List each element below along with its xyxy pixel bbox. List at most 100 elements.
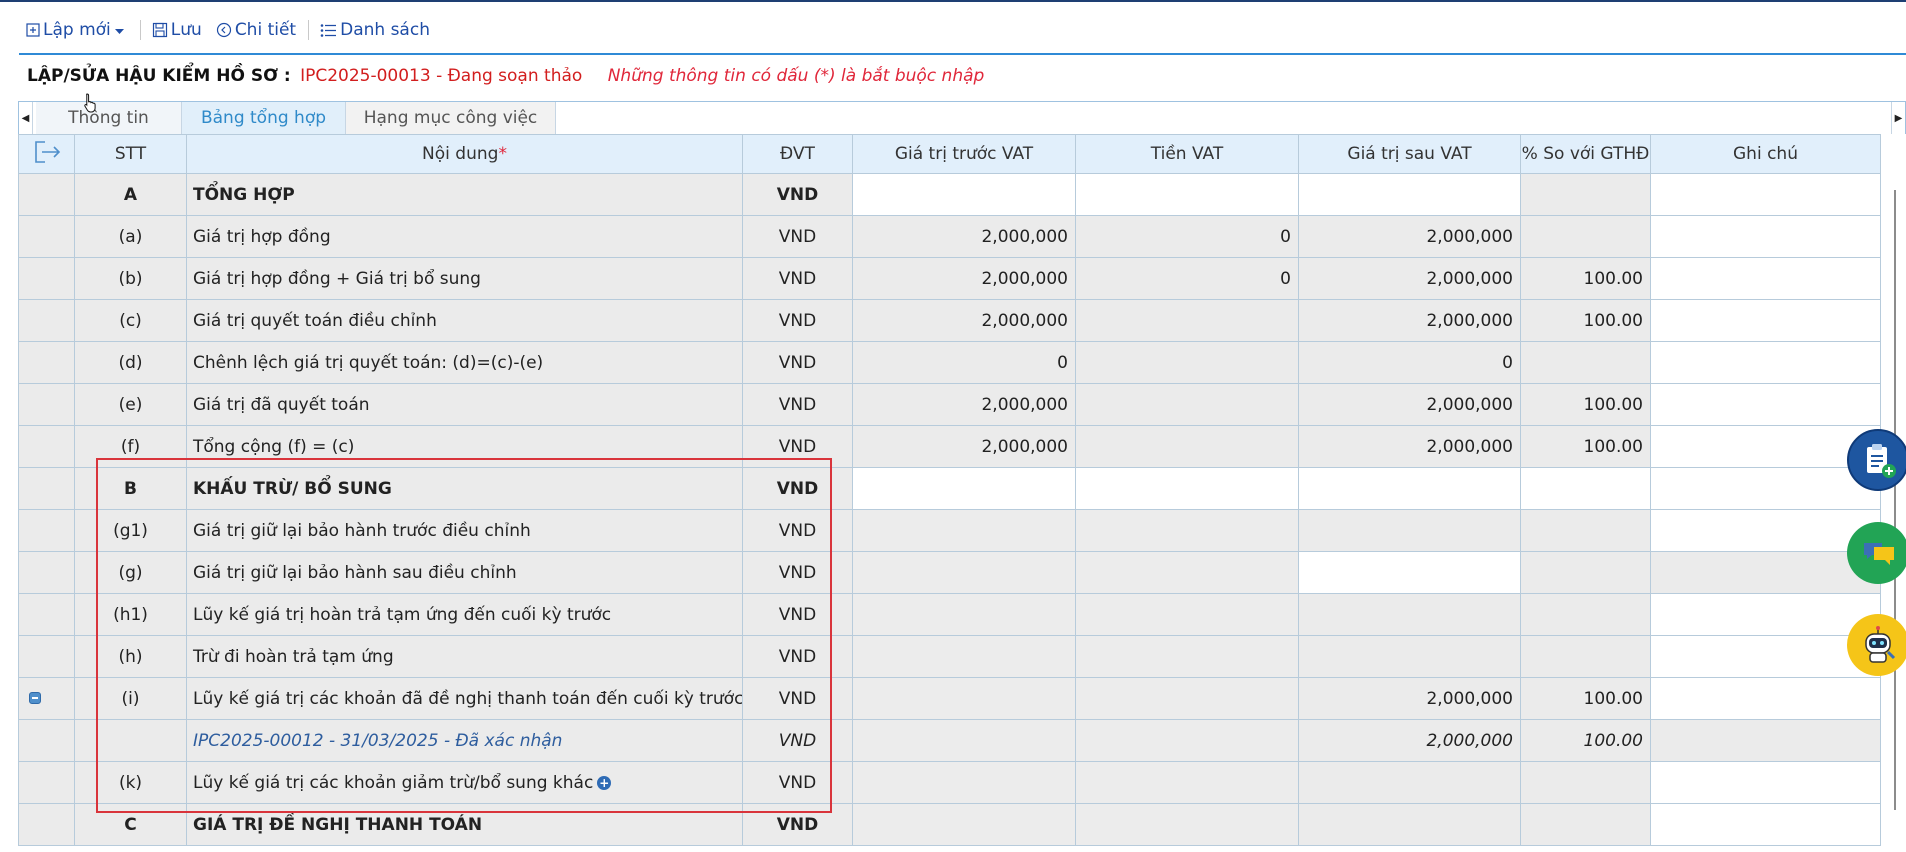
tab-scroll-left-icon[interactable]: ◀ xyxy=(19,102,33,134)
export-arrow-icon[interactable] xyxy=(32,139,62,165)
file-plus-icon xyxy=(26,23,40,37)
cell-post-vat-input[interactable] xyxy=(1298,551,1521,594)
row-gutter xyxy=(18,425,75,468)
cell-percent xyxy=(1520,551,1651,594)
cell-stt: (d) xyxy=(74,341,187,384)
cell-note[interactable] xyxy=(1650,299,1881,342)
column-header-percent: % So với GTHĐ xyxy=(1520,134,1651,174)
cell-note[interactable] xyxy=(1650,467,1881,510)
cell-post-vat: 2,000,000 xyxy=(1298,425,1521,468)
cell-content: Giá trị giữ lại bảo hành trước điều chỉn… xyxy=(186,509,743,552)
cell-note[interactable] xyxy=(1650,635,1881,678)
cell-note[interactable] xyxy=(1650,173,1881,216)
row-gutter xyxy=(18,719,75,762)
cell-stt: (k) xyxy=(74,761,187,804)
cell-content-link[interactable]: IPC2025-00012 - 31/03/2025 - Đã xác nhận xyxy=(186,719,743,762)
cell-stt: (i) xyxy=(74,677,187,720)
tab-info[interactable]: Thông tin xyxy=(36,102,182,134)
chat-button[interactable] xyxy=(1847,522,1906,584)
cell-vat xyxy=(1075,761,1299,804)
minus-square-icon[interactable] xyxy=(29,691,41,704)
cell-note[interactable] xyxy=(1650,803,1881,846)
vertical-scrollbar[interactable] xyxy=(1894,190,1896,810)
cell-unit: VND xyxy=(742,719,853,762)
cell-stt: A xyxy=(74,173,187,216)
save-button-label: Lưu xyxy=(170,20,202,40)
cell-note[interactable] xyxy=(1650,215,1881,258)
plus-circle-icon[interactable]: + xyxy=(597,775,612,790)
tab-summary[interactable]: Bảng tổng hợp xyxy=(182,102,346,134)
export-column-header[interactable] xyxy=(18,134,75,174)
cell-note xyxy=(1650,719,1881,762)
cell-vat xyxy=(1075,677,1299,720)
cell-vat xyxy=(1075,173,1299,216)
cell-post-vat: 2,000,000 xyxy=(1298,257,1521,300)
cell-note[interactable] xyxy=(1650,425,1881,468)
table-subrow: IPC2025-00012 - 31/03/2025 - Đã xác nhận… xyxy=(18,719,1881,762)
row-gutter xyxy=(18,593,75,636)
cell-percent: 100.00 xyxy=(1520,299,1651,342)
row-gutter xyxy=(18,173,75,216)
list-icon xyxy=(320,23,337,37)
cell-pre-vat: 2,000,000 xyxy=(852,257,1076,300)
list-button-label: Danh sách xyxy=(340,20,430,40)
cell-vat xyxy=(1075,719,1299,762)
cell-post-vat xyxy=(1298,593,1521,636)
chevron-down-icon[interactable] xyxy=(114,28,125,36)
cell-percent xyxy=(1520,761,1651,804)
cell-vat xyxy=(1075,803,1299,846)
cell-content: Chênh lệch giá trị quyết toán: (d)=(c)-(… xyxy=(186,341,743,384)
table-row: C GIÁ TRỊ ĐỀ NGHỊ THANH TOÁN VND xyxy=(18,803,1881,846)
row-gutter xyxy=(18,383,75,426)
cell-note[interactable] xyxy=(1650,761,1881,804)
cell-note[interactable] xyxy=(1650,593,1881,636)
cell-pre-vat: 2,000,000 xyxy=(852,215,1076,258)
cell-percent xyxy=(1520,803,1651,846)
new-button[interactable]: Lập mới xyxy=(26,20,128,40)
cell-vat xyxy=(1075,299,1299,342)
cell-unit: VND xyxy=(742,257,853,300)
save-button[interactable]: Lưu xyxy=(152,20,202,40)
column-header-pre-vat: Giá trị trước VAT xyxy=(852,134,1076,174)
cell-post-vat: 2,000,000 xyxy=(1298,383,1521,426)
cell-unit: VND xyxy=(742,341,853,384)
cell-note[interactable] xyxy=(1650,677,1881,720)
table-row: (h) Trừ đi hoàn trả tạm ứng VND xyxy=(18,635,1881,678)
row-gutter[interactable] xyxy=(18,677,75,720)
cell-content: KHẤU TRỪ/ BỔ SUNG xyxy=(186,467,743,510)
table-row: (e) Giá trị đã quyết toán VND 2,000,000 … xyxy=(18,383,1881,426)
cell-post-vat xyxy=(1298,509,1521,552)
cell-note[interactable] xyxy=(1650,341,1881,384)
cell-note[interactable] xyxy=(1650,551,1881,594)
cell-unit: VND xyxy=(742,425,853,468)
detail-button[interactable]: Chi tiết xyxy=(216,20,296,40)
table-row: (d) Chênh lệch giá trị quyết toán: (d)=(… xyxy=(18,341,1881,384)
list-button[interactable]: Danh sách xyxy=(320,20,430,40)
clipboard-add-icon xyxy=(1867,444,1896,478)
cell-percent xyxy=(1520,509,1651,552)
cell-content: TỔNG HỢP xyxy=(186,173,743,216)
tab-work-items[interactable]: Hạng mục công việc xyxy=(346,102,556,134)
cell-note[interactable] xyxy=(1650,257,1881,300)
cell-note[interactable] xyxy=(1650,383,1881,426)
cell-post-vat xyxy=(1298,173,1521,216)
toolbar: Lập mới Lưu Chi tiết Danh sách xyxy=(26,16,430,44)
cell-stt: (a) xyxy=(74,215,187,258)
cell-pre-vat xyxy=(852,551,1076,594)
tab-scroll-right-icon[interactable]: ▶ xyxy=(1891,102,1905,134)
cell-post-vat: 2,000,000 xyxy=(1298,719,1521,762)
table-row: (g1) Giá trị giữ lại bảo hành trước điều… xyxy=(18,509,1881,552)
clipboard-add-button[interactable] xyxy=(1847,429,1906,491)
cell-vat xyxy=(1075,425,1299,468)
cell-percent xyxy=(1520,467,1651,510)
cell-note[interactable] xyxy=(1650,509,1881,552)
cell-unit: VND xyxy=(742,173,853,216)
cell-pre-vat xyxy=(852,509,1076,552)
cell-percent: 100.00 xyxy=(1520,719,1651,762)
cell-stt: (g1) xyxy=(74,509,187,552)
cell-content: Giá trị hợp đồng xyxy=(186,215,743,258)
row-gutter xyxy=(18,509,75,552)
support-bot-button[interactable] xyxy=(1847,614,1906,676)
cell-post-vat xyxy=(1298,635,1521,678)
cell-pre-vat xyxy=(852,173,1076,216)
